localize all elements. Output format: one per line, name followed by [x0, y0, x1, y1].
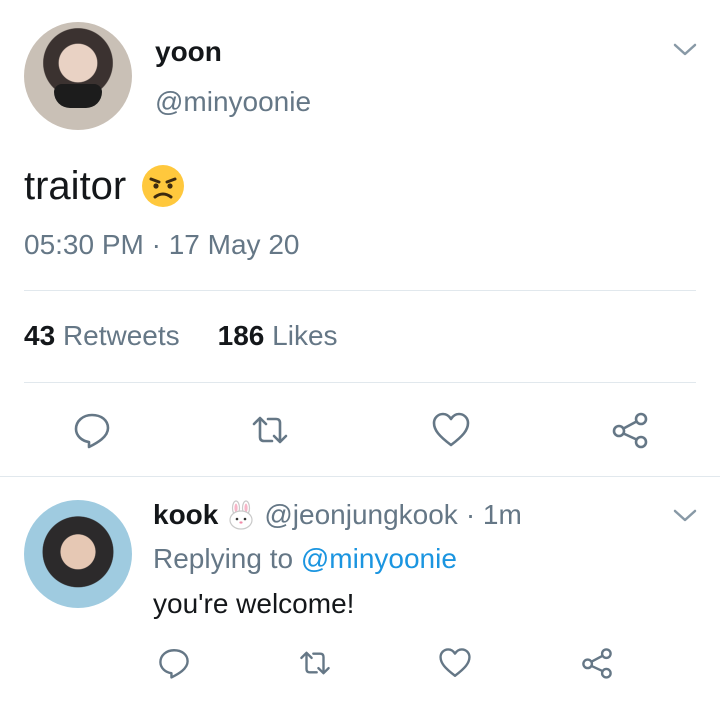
author-name[interactable]: yoon	[155, 36, 222, 68]
reply-header: kook @jeonjungkook · 1m	[153, 499, 522, 531]
retweets-count: 43	[24, 320, 56, 351]
retweets-stat[interactable]: 43 Retweets	[24, 320, 180, 352]
likes-count: 186	[217, 320, 265, 351]
share-icon[interactable]	[610, 410, 650, 450]
tweet-timestamp[interactable]: 05:30 PM · 17 May 20	[24, 229, 299, 261]
mention-link[interactable]: @minyoonie	[301, 543, 457, 574]
avatar-face-mask	[54, 84, 102, 108]
author-handle[interactable]: @minyoonie	[155, 86, 311, 118]
rabbit-face-icon	[226, 500, 256, 530]
reply-author-handle[interactable]: @jeonjungkook	[264, 499, 457, 531]
chevron-down-icon[interactable]	[672, 40, 698, 60]
reply-icon[interactable]	[157, 646, 191, 680]
reply-text: you're welcome!	[153, 588, 355, 619]
retweet-icon[interactable]	[298, 646, 332, 680]
replying-to: Replying to @minyoonie	[153, 543, 457, 575]
chevron-down-icon[interactable]	[672, 506, 698, 526]
divider	[24, 290, 696, 291]
reply-author-avatar[interactable]	[24, 500, 132, 608]
reply-time: · 1m	[465, 499, 522, 530]
tweet-text-content: traitor	[24, 163, 127, 208]
likes-stat[interactable]: 186 Likes	[218, 320, 338, 352]
reply-author-name[interactable]: kook	[153, 499, 218, 531]
tweet-stats: 43 Retweets 186 Likes	[24, 320, 338, 352]
retweet-icon[interactable]	[250, 410, 290, 450]
retweets-label: Retweets	[62, 320, 180, 351]
tweet-text: traitor	[24, 163, 186, 209]
replying-prefix: Replying to	[153, 543, 294, 574]
divider	[24, 382, 696, 383]
share-icon[interactable]	[580, 646, 614, 680]
likes-label: Likes	[272, 320, 338, 351]
divider	[0, 476, 720, 477]
like-icon[interactable]	[438, 646, 472, 680]
like-icon[interactable]	[431, 410, 471, 450]
author-avatar[interactable]	[24, 22, 132, 130]
reply-icon[interactable]	[72, 410, 112, 450]
angry-face-icon	[140, 163, 186, 209]
